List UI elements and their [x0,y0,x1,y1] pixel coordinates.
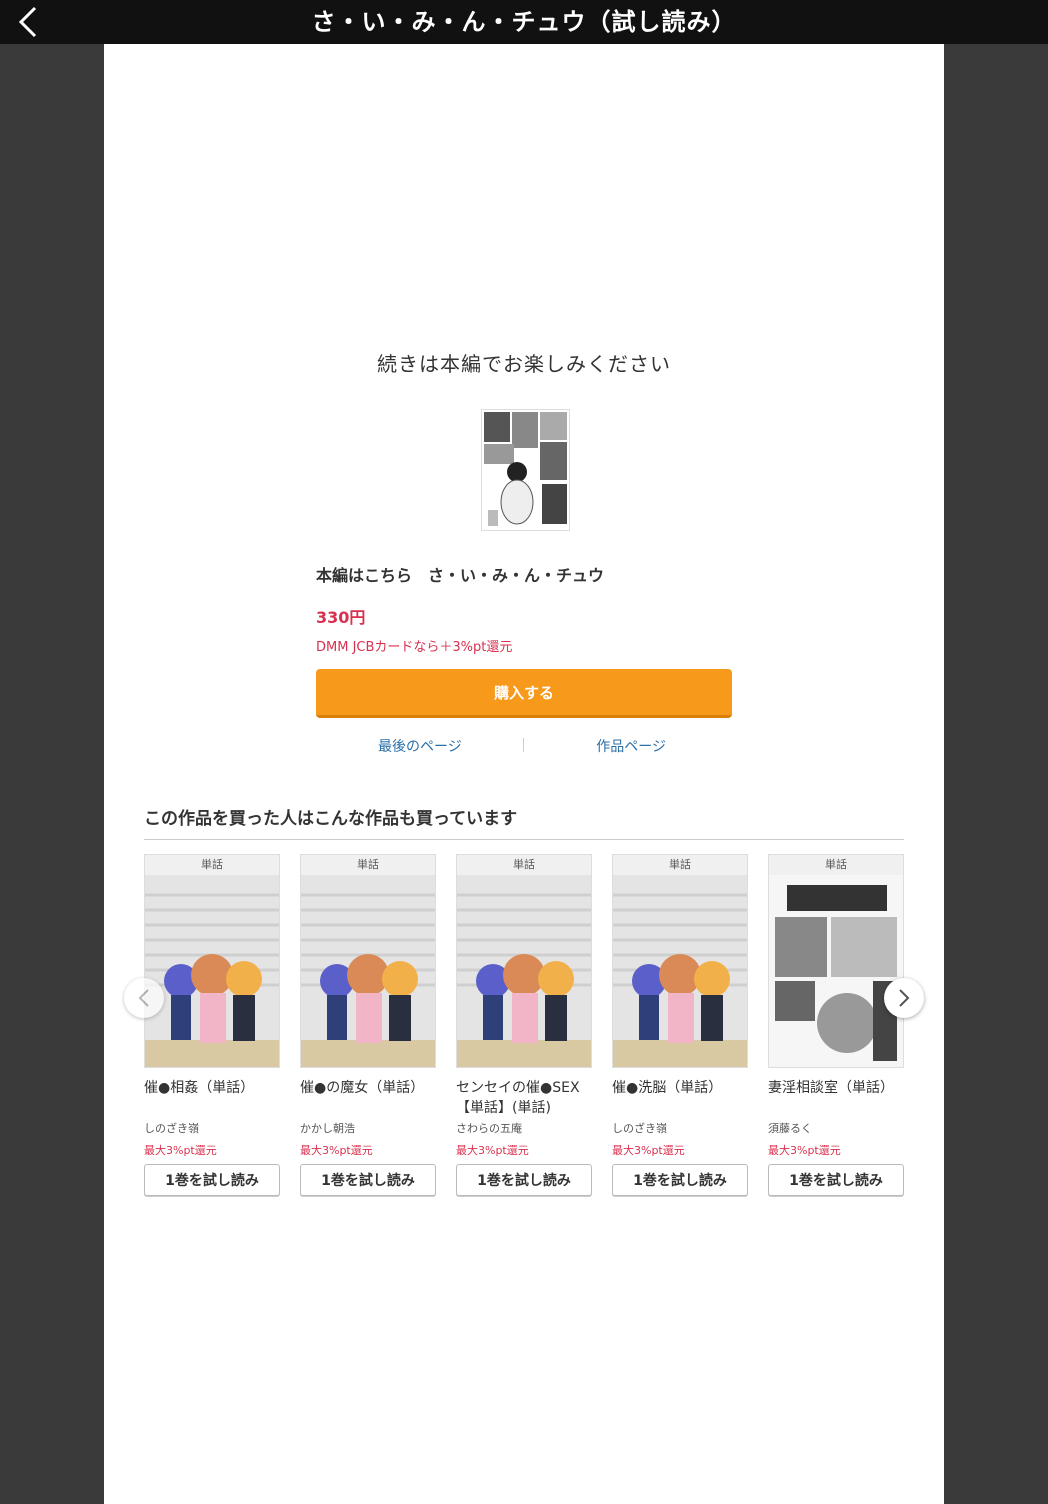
type-badge: 単話 [301,855,435,875]
recommend-point: 最大3%pt還元 [456,1144,529,1157]
cover-image [457,855,591,1067]
recommend-title[interactable]: 催●相姦（単話） [144,1078,280,1120]
link-divider [523,738,524,752]
page-links: 最後のページ 作品ページ [316,736,732,756]
cover-image [301,855,435,1067]
recommend-carousel: 単話 催●相姦（単話） しのざき嶺 最大3%pt還元 1巻を試し読み 単話 催●… [144,854,904,1204]
chevron-right-icon [899,989,910,1007]
recommend-author[interactable]: かかし朝浩 [300,1120,436,1136]
cover-image [145,855,279,1067]
recommend-item[interactable]: 単話 催●洗脳（単話） しのざき嶺 最大3%pt還元 1巻を試し読み [612,854,748,1196]
recommend-title[interactable]: 催●洗脳（単話） [612,1078,748,1120]
trial-read-button[interactable]: 1巻を試し読み [612,1164,748,1196]
carousel-next-button[interactable] [884,978,924,1018]
cover-image [613,855,747,1067]
recommend-cover[interactable]: 単話 [144,854,280,1068]
trial-read-button[interactable]: 1巻を試し読み [456,1164,592,1196]
recommend-point: 最大3%pt還元 [612,1144,685,1157]
recommend-author[interactable]: 須藤るく [768,1120,904,1136]
buy-button[interactable]: 購入する [316,669,732,718]
trial-read-button[interactable]: 1巻を試し読み [300,1164,436,1196]
recommend-cover[interactable]: 単話 [300,854,436,1068]
type-badge: 単話 [769,855,903,875]
type-badge: 単話 [613,855,747,875]
continue-message: 続きは本編でお楽しみください [377,352,671,376]
page-title: さ・い・み・ん・チュウ（試し読み） [311,8,737,36]
type-badge: 単話 [145,855,279,875]
trial-read-button[interactable]: 1巻を試し読み [144,1164,280,1196]
recommend-item[interactable]: 単話 催●相姦（単話） しのざき嶺 最大3%pt還元 1巻を試し読み [144,854,280,1196]
chevron-left-icon [138,989,149,1007]
recommend-point: 最大3%pt還元 [300,1144,373,1157]
top-bar: さ・い・み・ん・チュウ（試し読み） [0,0,1048,44]
recommend-item[interactable]: 単話 妻淫相談室（単話） 須藤るく 最大3%pt還元 1巻を試し読み [768,854,904,1196]
recommend-title[interactable]: センセイの催●SEX【単話】(単話) [456,1078,592,1120]
carousel-prev-button[interactable] [124,978,164,1018]
recommend-cover[interactable]: 単話 [456,854,592,1068]
reader-panel: 続きは本編でお楽しみください 本編はこちら さ・い・み・ん・チュウ 330円 D… [104,44,944,1504]
work-page-link[interactable]: 作品ページ [596,736,666,756]
jcb-point-note: DMM JCBカードなら＋3%pt還元 [316,640,513,655]
recommend-cover[interactable]: 単話 [612,854,748,1068]
recommend-author[interactable]: しのざき嶺 [612,1120,748,1136]
recommend-title[interactable]: 催●の魔女（単話） [300,1078,436,1120]
recommend-heading: この作品を買った人はこんな作品も買っています [144,804,904,840]
cover-image [482,410,569,530]
recommend-item[interactable]: 単話 センセイの催●SEX【単話】(単話) さわらの五庵 最大3%pt還元 1巻… [456,854,592,1196]
recommend-author[interactable]: さわらの五庵 [456,1120,592,1136]
recommend-item[interactable]: 単話 催●の魔女（単話） かかし朝浩 最大3%pt還元 1巻を試し読み [300,854,436,1196]
cover-image [769,855,903,1067]
product-cover[interactable] [481,409,570,531]
purchase-block: 本編はこちら さ・い・み・ん・チュウ 330円 DMM JCBカードなら＋3%p… [316,562,732,718]
recommend-author[interactable]: しのざき嶺 [144,1120,280,1136]
type-badge: 単話 [457,855,591,875]
trial-read-button[interactable]: 1巻を試し読み [768,1164,904,1196]
price: 330円 [316,608,366,627]
recommend-title[interactable]: 妻淫相談室（単話） [768,1078,904,1120]
recommend-point: 最大3%pt還元 [768,1144,841,1157]
last-page-link[interactable]: 最後のページ [378,736,462,756]
recommend-cover[interactable]: 単話 [768,854,904,1068]
product-title[interactable]: 本編はこちら さ・い・み・ん・チュウ [316,562,732,586]
recommend-point: 最大3%pt還元 [144,1144,217,1157]
